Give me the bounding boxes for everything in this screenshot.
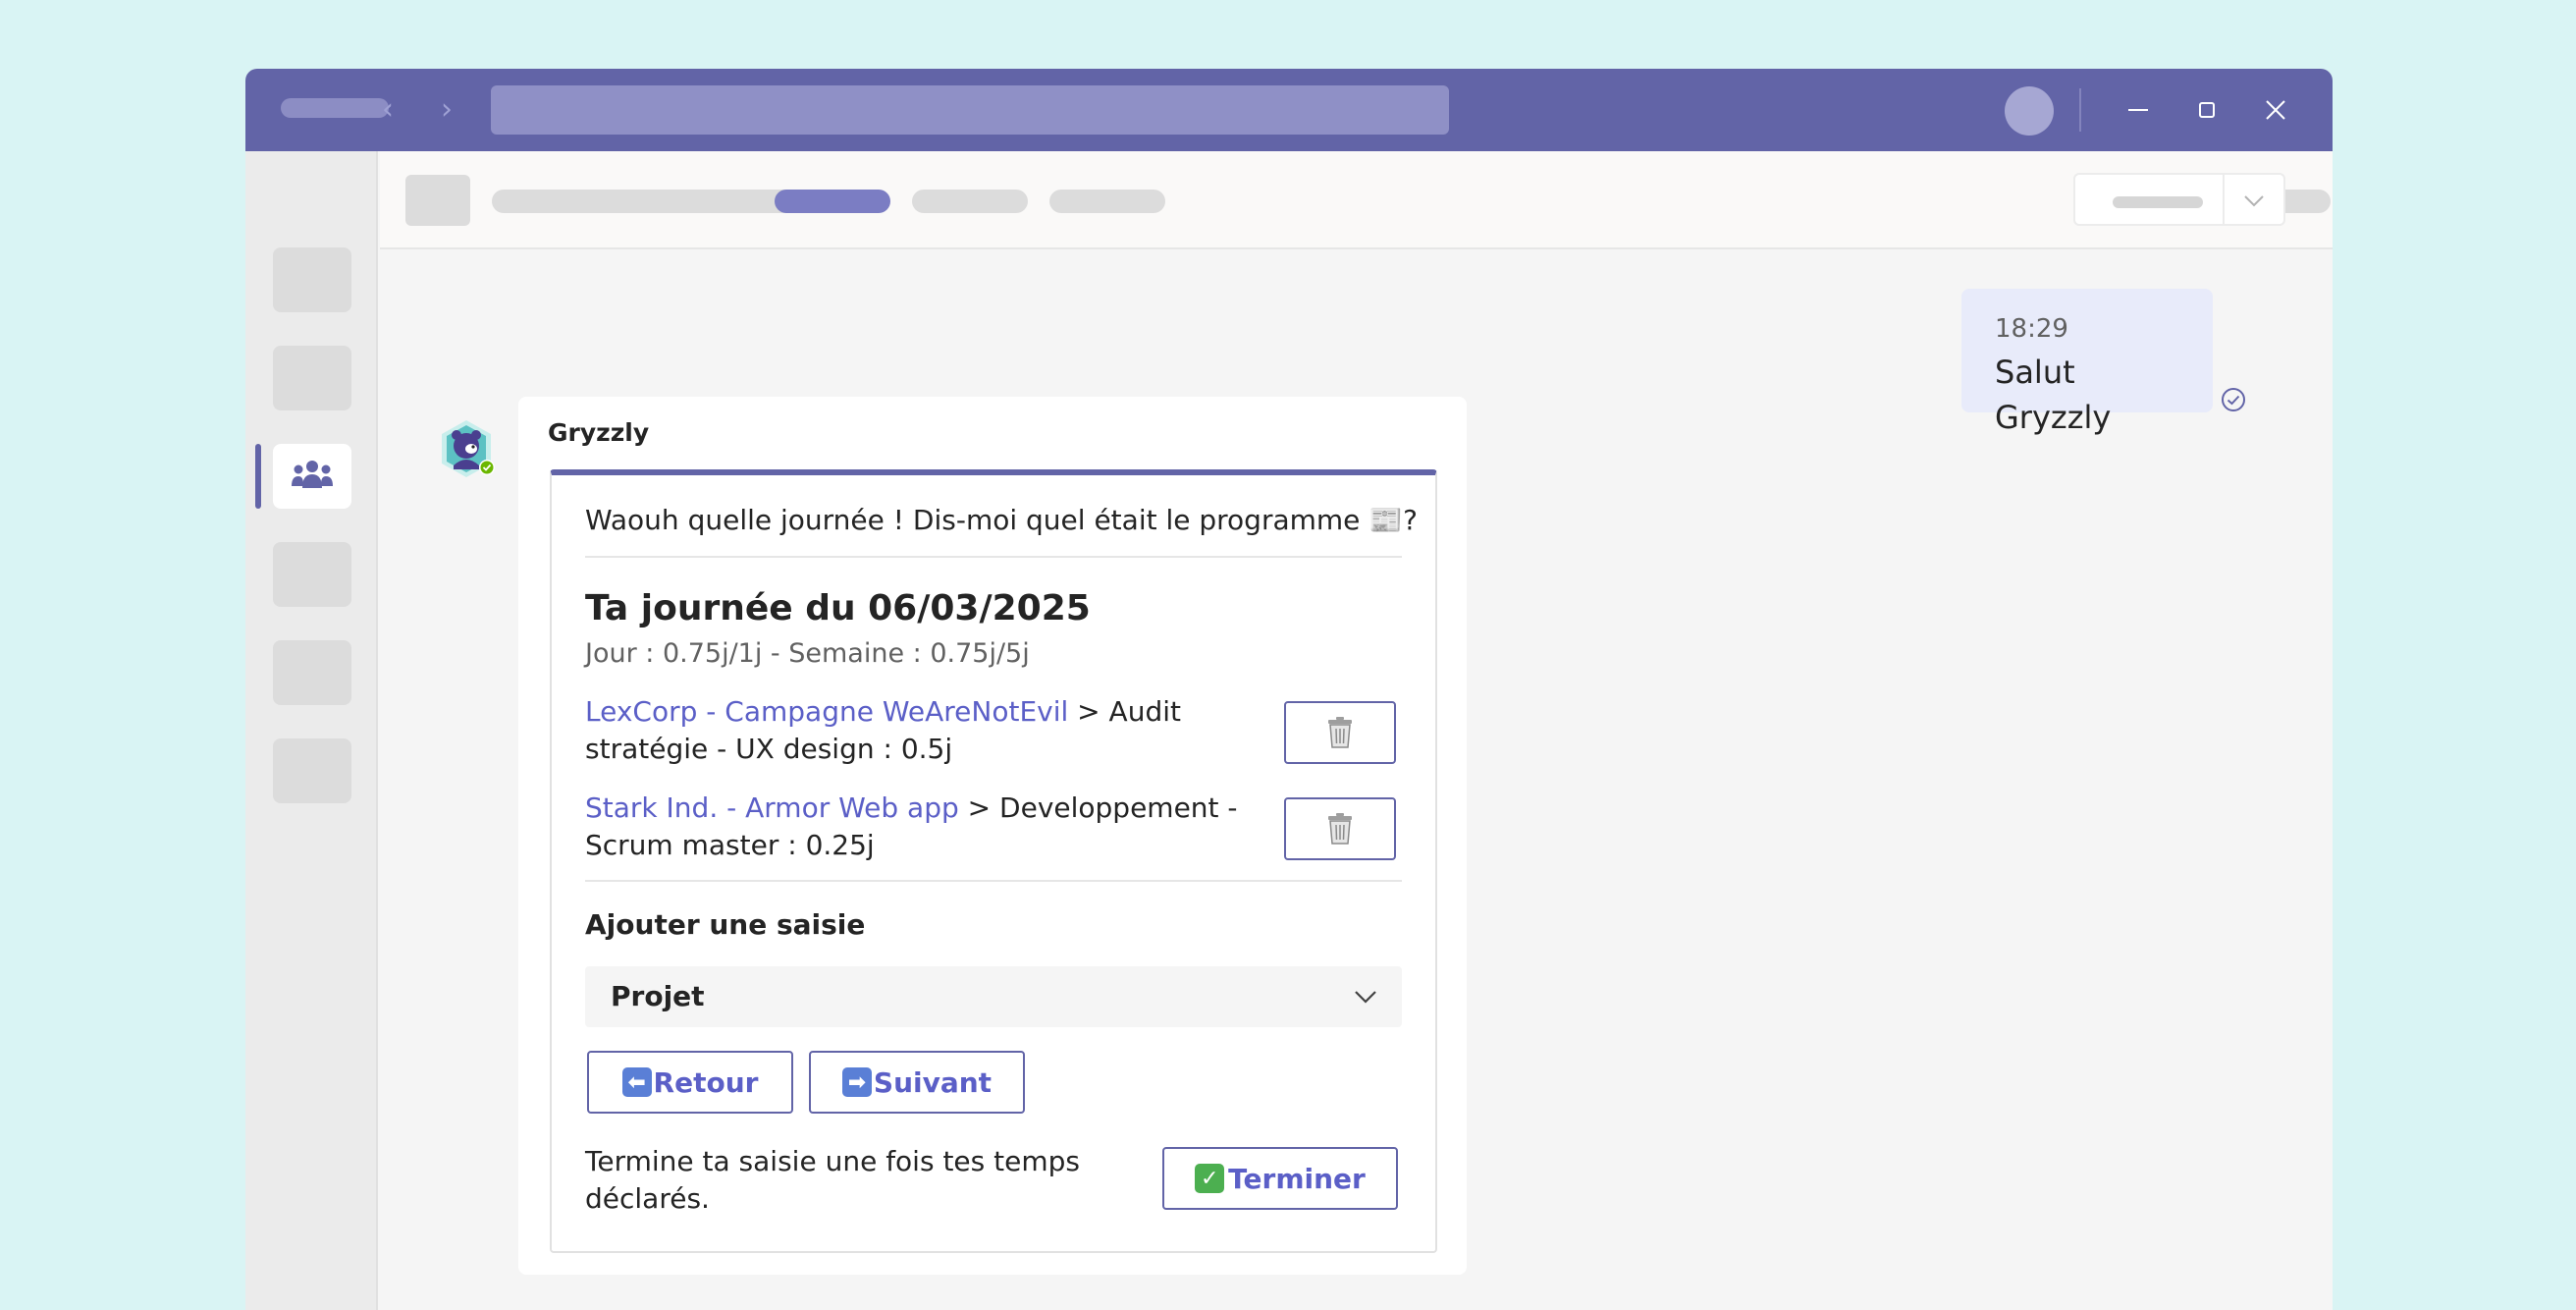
teams-icon: [292, 461, 333, 488]
card-intro-text: Waouh quelle journée ! Dis-moi quel étai…: [585, 504, 1419, 536]
teams-window: ‹ › 18:29 Salut Gryzzly Gryzzly Waouh qu…: [245, 69, 2333, 1310]
project-select[interactable]: Projet: [585, 966, 1402, 1027]
read-receipt-icon: [2222, 388, 2245, 411]
title-bar: ‹ ›: [245, 69, 2333, 151]
back-arrow-icon[interactable]: ‹: [373, 90, 402, 130]
sender-name: Gryzzly: [548, 418, 650, 447]
rail-item-5[interactable]: [273, 640, 351, 705]
entry-project-link[interactable]: Stark Ind. - Armor Web app: [585, 791, 959, 824]
tab-3[interactable]: [1049, 190, 1165, 213]
card-divider: [585, 880, 1402, 882]
adaptive-card: Waouh quelle journée ! Dis-moi quel étai…: [550, 469, 1437, 1253]
message-timestamp: 18:29: [1995, 314, 2068, 344]
chat-header: [380, 151, 2333, 249]
forward-arrow-icon[interactable]: ›: [432, 90, 461, 130]
card-title: Ta journée du 06/03/2025: [585, 588, 1091, 628]
header-split-button[interactable]: [2073, 173, 2285, 226]
own-message-bubble: 18:29 Salut Gryzzly: [1961, 289, 2213, 436]
select-value: Projet: [611, 980, 705, 1012]
entry-project-link[interactable]: LexCorp - Campagne WeAreNotEvil: [585, 695, 1068, 728]
delete-entry-button[interactable]: [1284, 701, 1396, 764]
check-mark-icon: ✓: [1195, 1164, 1225, 1193]
left-app-rail: [245, 151, 378, 1310]
rail-item-6[interactable]: [273, 738, 351, 803]
trash-icon: [1328, 813, 1352, 845]
add-entry-label: Ajouter une saisie: [585, 908, 866, 941]
trash-icon: [1328, 717, 1352, 748]
title-bar-divider: [2079, 88, 2081, 132]
chevron-down-icon[interactable]: [2236, 183, 2272, 218]
maximize-icon[interactable]: [2185, 88, 2228, 132]
time-entry: LexCorp - Campagne WeAreNotEvil > Audit …: [585, 693, 1272, 768]
tab-2[interactable]: [912, 190, 1028, 213]
minimize-icon[interactable]: [2117, 88, 2160, 132]
back-button-label: Retour: [653, 1065, 759, 1099]
back-button[interactable]: ⬅ Retour: [587, 1051, 793, 1114]
rail-item-4[interactable]: [273, 542, 351, 607]
bear-avatar-icon[interactable]: [436, 418, 497, 479]
bot-message: Gryzzly Waouh quelle journée ! Dis-moi q…: [518, 397, 1467, 1275]
tab-active[interactable]: [775, 190, 890, 213]
chevron-down-icon: [1355, 991, 1376, 1004]
next-button[interactable]: ➡ Suivant: [809, 1051, 1025, 1114]
finish-hint-text: Termine ta saisie une fois tes temps déc…: [585, 1145, 1080, 1215]
rail-item-1[interactable]: [273, 247, 351, 312]
next-button-label: Suivant: [873, 1065, 993, 1099]
time-entry: Stark Ind. - Armor Web app > Developpeme…: [585, 790, 1272, 864]
search-input[interactable]: [491, 85, 1449, 135]
rail-item-teams[interactable]: [273, 444, 351, 509]
message-text: Salut Gryzzly: [1995, 354, 2112, 436]
delete-entry-button[interactable]: [1284, 797, 1396, 860]
close-icon[interactable]: [2254, 88, 2297, 132]
left-arrow-icon: ⬅: [621, 1067, 652, 1097]
user-avatar[interactable]: [2005, 86, 2054, 136]
right-arrow-icon: ➡: [841, 1067, 872, 1097]
rail-item-2[interactable]: [273, 346, 351, 410]
card-divider: [585, 556, 1402, 558]
finish-button-label: Terminer: [1228, 1162, 1366, 1195]
finish-button[interactable]: ✓ Terminer: [1162, 1147, 1398, 1210]
chat-avatar-placeholder: [405, 175, 470, 226]
split-button-label-placeholder: [2113, 196, 2203, 208]
card-subtitle: Jour : 0.75j/1j - Semaine : 0.75j/5j: [585, 638, 1030, 669]
rail-active-indicator: [255, 444, 261, 509]
split-button-divider: [2223, 175, 2225, 224]
